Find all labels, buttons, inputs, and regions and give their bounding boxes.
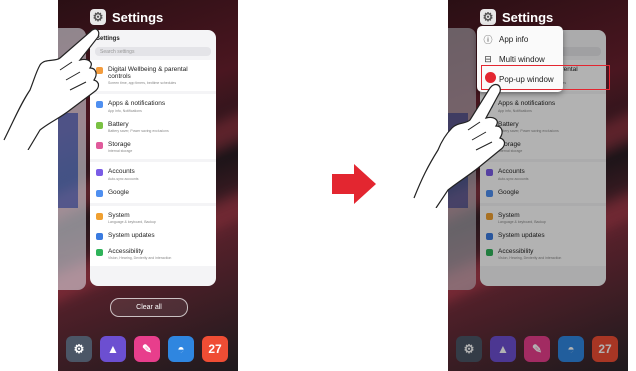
row-sub: Vision, Hearing, Dexterity and interacti…: [108, 256, 172, 261]
row-label: Accessibility: [498, 248, 534, 256]
row-label: Google: [108, 188, 129, 196]
settings-row[interactable]: Google: [90, 185, 216, 201]
multi-window-icon: ⊟: [484, 53, 492, 64]
accessibility-icon: [486, 249, 493, 257]
app-header[interactable]: ⚙ Settings: [480, 9, 553, 25]
system-icon: [486, 212, 493, 220]
pen-icon[interactable]: ✎: [524, 336, 550, 362]
row-label: System updates: [498, 232, 545, 240]
menu-item-label: Multi window: [499, 54, 545, 64]
row-label: System: [108, 211, 130, 219]
accounts-icon: [96, 169, 103, 177]
app-dock: ⚙ ▲ ✎ ◓ 27: [66, 336, 228, 362]
pen-icon[interactable]: ✎: [134, 336, 160, 362]
pointing-hand-icon: [413, 83, 506, 208]
browser-icon[interactable]: ◓: [558, 336, 584, 362]
arrow-right-icon: [332, 164, 376, 204]
row-label: System updates: [108, 232, 155, 240]
row-sub: Screen time, app timers, bedtime schedul…: [108, 81, 177, 86]
row-sub: Auto-sync accounts: [108, 176, 139, 181]
system-updates-icon: [486, 233, 493, 241]
mountain-icon[interactable]: ▲: [100, 336, 126, 362]
system-updates-icon: [96, 233, 103, 241]
app-header-title: Settings: [502, 9, 554, 25]
mountain-icon[interactable]: ▲: [490, 336, 516, 362]
row-sub: Vision, Hearing, Dexterity and interacti…: [498, 256, 562, 261]
app-dock: ⚙ ▲ ✎ ◓ 27: [456, 336, 618, 362]
settings-row[interactable]: System Language & keyboard, Backup: [90, 208, 216, 228]
google-icon: [96, 189, 103, 197]
system-icon: [96, 212, 103, 220]
row-label: System: [498, 211, 520, 219]
row-label: Digital Wellbeing & parental controls: [108, 66, 188, 81]
info-icon: ⓘ: [483, 34, 493, 45]
settings-row[interactable]: Accessibility Vision, Hearing, Dexterity …: [90, 244, 216, 264]
row-label: Accessibility: [108, 248, 144, 256]
settings-row[interactable]: System updates: [90, 228, 216, 244]
pointing-hand-icon: [3, 28, 100, 150]
calendar-icon[interactable]: 27: [202, 336, 228, 362]
browser-icon[interactable]: ◓: [168, 336, 194, 362]
settings-gear-icon[interactable]: ⚙: [480, 9, 496, 25]
row-sub: Language & keyboard, Backup: [108, 219, 156, 224]
settings-row[interactable]: System Language & keyboard, Backup: [480, 208, 606, 228]
settings-row[interactable]: Accounts Auto-sync accounts: [90, 164, 216, 184]
gear-icon[interactable]: ⚙: [456, 336, 482, 362]
row-sub: Language & keyboard, Backup: [498, 219, 546, 224]
calendar-icon[interactable]: 27: [592, 336, 618, 362]
settings-row[interactable]: Accessibility Vision, Hearing, Dexterity …: [480, 244, 606, 264]
menu-item-app-info[interactable]: ⓘ App info: [477, 29, 563, 49]
row-label: Accounts: [108, 168, 135, 176]
clear-all-button[interactable]: Clear all: [110, 298, 188, 317]
accessibility-icon: [96, 249, 103, 257]
settings-row[interactable]: System updates: [480, 228, 606, 244]
gear-icon[interactable]: ⚙: [66, 336, 92, 362]
menu-item-label: App info: [499, 34, 529, 44]
